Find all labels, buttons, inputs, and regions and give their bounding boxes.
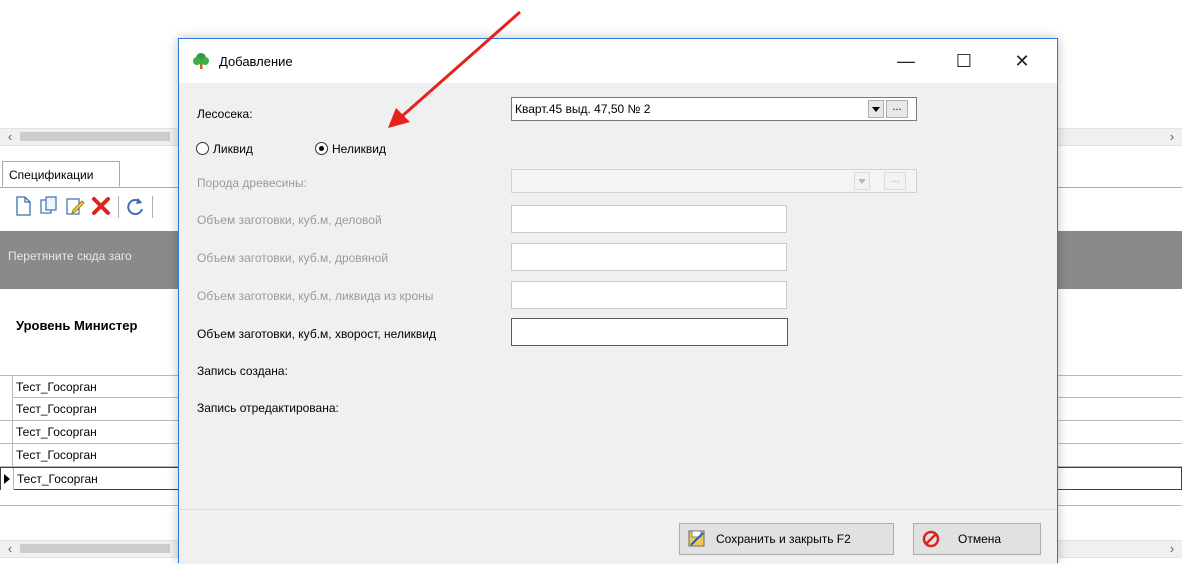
lesoseka-select[interactable]: Кварт.45 выд. 47,50 № 2 ...	[511, 97, 917, 121]
edit-icon[interactable]	[64, 195, 86, 217]
dialog-titlebar[interactable]: Добавление — ☐ ✕	[179, 39, 1057, 83]
toolbar-separator	[118, 196, 119, 218]
row-indicator	[0, 376, 13, 398]
add-dialog: Добавление — ☐ ✕ Лесосека: Кварт.45 выд.…	[178, 38, 1058, 564]
table-cell: Тест_Госорган	[16, 402, 97, 416]
dialog-footer: Сохранить и закрыть F2 Отмена	[179, 509, 1057, 564]
table-cell: Тест_Госорган	[17, 472, 98, 486]
cancel-icon	[922, 530, 940, 548]
save-close-icon	[688, 530, 705, 547]
scroll-right-arrow[interactable]: ›	[1164, 541, 1180, 557]
minimize-button[interactable]: —	[877, 39, 935, 83]
scrollbar-thumb[interactable]	[20, 132, 170, 141]
row-indicator	[0, 398, 13, 420]
lesoseka-value: Кварт.45 выд. 47,50 № 2	[515, 102, 651, 116]
toolbar-separator	[152, 196, 153, 218]
cancel-button[interactable]: Отмена	[913, 523, 1041, 555]
close-button[interactable]: ✕	[993, 39, 1051, 83]
table-cell: Тест_Госорган	[16, 380, 97, 394]
poroda-select[interactable]: ...	[511, 169, 917, 193]
maximize-button[interactable]: ☐	[935, 39, 993, 83]
row-indicator	[0, 444, 13, 466]
scrollbar-thumb[interactable]	[20, 544, 170, 553]
vol-delovoy-label: Объем заготовки, куб.м, деловой	[197, 213, 382, 227]
vol-krona-input[interactable]	[511, 281, 787, 309]
current-row-indicator	[1, 468, 14, 490]
lookup-button[interactable]: ...	[886, 100, 908, 118]
edited-label: Запись отредактирована:	[197, 401, 339, 415]
vol-khvorost-input[interactable]	[511, 318, 788, 346]
scroll-left-arrow[interactable]: ‹	[2, 129, 18, 145]
column-header[interactable]: Уровень Министер	[16, 318, 137, 333]
vol-drovyanoy-label: Объем заготовки, куб.м, дровяной	[197, 251, 389, 265]
refresh-icon[interactable]	[124, 195, 146, 217]
lookup-button[interactable]: ...	[884, 172, 906, 190]
row-indicator	[0, 421, 13, 443]
likvid-radio-label[interactable]: Ликвид	[213, 142, 253, 156]
group-panel-hint: Перетяните сюда заго	[8, 249, 132, 263]
poroda-label: Порода древесины:	[197, 176, 307, 190]
grid-toolbar	[0, 190, 200, 224]
lesoseka-label: Лесосека:	[197, 107, 253, 121]
nelikvid-radio-label[interactable]: Неликвид	[332, 142, 386, 156]
delete-icon[interactable]	[90, 195, 112, 217]
vol-delovoy-input[interactable]	[511, 205, 787, 233]
vol-khvorost-label: Объем заготовки, куб.м, хворост, неликви…	[197, 327, 436, 341]
scroll-right-arrow[interactable]: ›	[1164, 129, 1180, 145]
created-label: Запись создана:	[197, 364, 288, 378]
dropdown-arrow-icon[interactable]	[854, 172, 870, 190]
save-and-close-button[interactable]: Сохранить и закрыть F2	[679, 523, 894, 555]
scroll-left-arrow[interactable]: ‹	[2, 541, 18, 557]
copy-icon[interactable]	[38, 195, 60, 217]
table-cell: Тест_Госорган	[16, 425, 97, 439]
tree-icon	[193, 53, 209, 69]
cancel-button-label: Отмена	[958, 532, 1002, 546]
vol-drovyanoy-input[interactable]	[511, 243, 787, 271]
vol-krona-label: Объем заготовки, куб.м, ликвида из кроны	[197, 289, 434, 303]
dropdown-arrow-icon[interactable]	[868, 100, 884, 118]
likvid-radio[interactable]	[196, 142, 209, 155]
tab-specifications[interactable]: Спецификации	[2, 161, 120, 187]
new-document-icon[interactable]	[12, 195, 34, 217]
save-button-label: Сохранить и закрыть F2	[716, 532, 851, 546]
table-cell: Тест_Госорган	[16, 448, 97, 462]
dialog-title: Добавление	[219, 54, 293, 69]
nelikvid-radio[interactable]	[315, 142, 328, 155]
